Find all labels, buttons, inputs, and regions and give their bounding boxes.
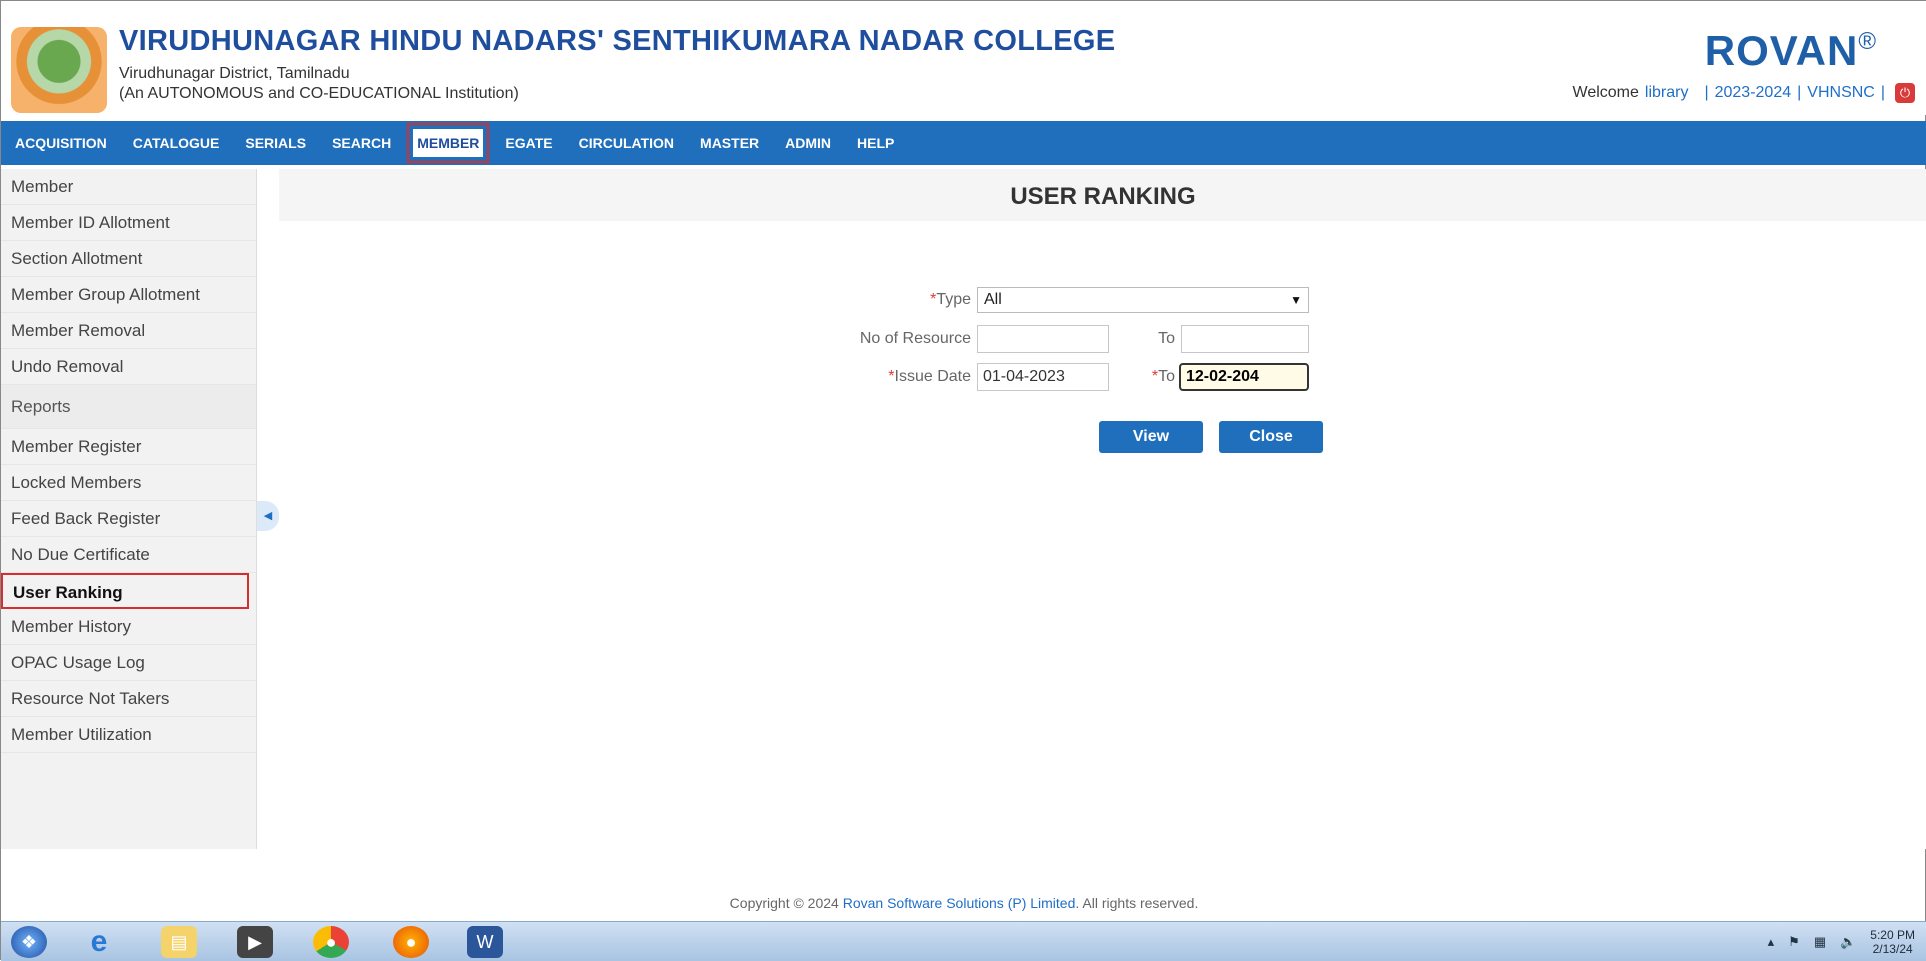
rights-text: . All rights reserved. (1075, 895, 1199, 911)
clock-time: 5:20 PM (1870, 928, 1915, 942)
sidebar-item-resource-not-takers[interactable]: Resource Not Takers (1, 681, 256, 717)
sidebar-item-member-removal[interactable]: Member Removal (1, 313, 256, 349)
sidebar-item-user-ranking[interactable]: User Ranking (1, 573, 249, 609)
sidebar: Member Member ID Allotment Section Allot… (1, 169, 257, 849)
resource-from-input[interactable] (977, 325, 1109, 353)
main-content: USER RANKING *Type All ▼ No of Resource … (279, 169, 1926, 849)
chevron-down-icon: ▼ (1290, 293, 1302, 307)
file-explorer-icon[interactable]: ▤ (161, 926, 197, 958)
sidebar-item-member-utilization[interactable]: Member Utilization (1, 717, 256, 753)
academic-year-link[interactable]: 2023-2024 (1715, 84, 1792, 102)
nav-catalogue[interactable]: CATALOGUE (129, 129, 224, 157)
separator: | (1880, 84, 1885, 101)
resource-to-label: To (1158, 330, 1175, 347)
media-player-icon[interactable]: ▶ (237, 926, 273, 958)
internet-explorer-icon[interactable]: e (81, 925, 117, 958)
flag-icon[interactable]: ⚑ (1788, 934, 1800, 950)
rovan-logo: ROVAN® (1704, 27, 1877, 74)
taskbar: ❖ e ▤ ▶ ● ● W ▴ ⚑ ▦ 🔈 5:20 PM 2/13/24 (1, 921, 1926, 961)
sidebar-item-locked-members[interactable]: Locked Members (1, 465, 256, 501)
nav-search[interactable]: SEARCH (328, 129, 395, 157)
issue-date-from-input[interactable]: 01-04-2023 (977, 363, 1109, 391)
clock-date: 2/13/24 (1872, 942, 1913, 956)
resource-to-input[interactable] (1181, 325, 1309, 353)
footer: Copyright © 2024 Rovan Software Solution… (1, 889, 1926, 917)
network-icon[interactable]: ▦ (1814, 934, 1826, 950)
welcome-bar: Welcome library | 2023-2024 | VHNSNC | ⏻ (1572, 83, 1915, 103)
nav-egate[interactable]: EGATE (501, 129, 556, 157)
college-district: Virudhunagar District, Tamilnadu (119, 65, 350, 82)
nav-admin[interactable]: ADMIN (781, 129, 835, 157)
issue-date-row: *Issue Date 01-04-2023 *To 12-02-204 (831, 363, 1309, 391)
sidebar-item-feed-back-register[interactable]: Feed Back Register (1, 501, 256, 537)
firefox-icon[interactable]: ● (393, 926, 429, 958)
show-hidden-icons-icon[interactable]: ▴ (1768, 934, 1775, 950)
college-institution: (An AUTONOMOUS and CO-EDUCATIONAL Instit… (119, 85, 519, 102)
sidebar-item-undo-removal[interactable]: Undo Removal (1, 349, 256, 385)
close-button[interactable]: Close (1219, 421, 1323, 453)
nav-member[interactable]: MEMBER (407, 123, 490, 163)
sidebar-item-member[interactable]: Member (1, 169, 256, 205)
sidebar-item-no-due-certificate[interactable]: No Due Certificate (1, 537, 256, 573)
header: VIRUDHUNAGAR HINDU NADARS' SENTHIKUMARA … (1, 1, 1926, 115)
type-select[interactable]: All ▼ (977, 287, 1309, 313)
sidebar-item-member-id-allotment[interactable]: Member ID Allotment (1, 205, 256, 241)
nav-help[interactable]: HELP (853, 129, 898, 157)
collapse-sidebar-icon[interactable]: ◀ (257, 501, 279, 531)
page-title: USER RANKING (1010, 183, 1196, 210)
nav-master[interactable]: MASTER (696, 129, 763, 157)
sidebar-item-opac-usage-log[interactable]: OPAC Usage Log (1, 645, 256, 681)
app-window: VIRUDHUNAGAR HINDU NADARS' SENTHIKUMARA … (0, 0, 1926, 961)
copyright-text: Copyright © 2024 (729, 895, 843, 911)
nav-circulation[interactable]: CIRCULATION (575, 129, 678, 157)
resource-label: No of Resource (859, 330, 971, 347)
nav-serials[interactable]: SERIALS (241, 129, 310, 157)
chrome-icon[interactable]: ● (313, 926, 349, 958)
start-button-icon[interactable]: ❖ (11, 926, 47, 958)
word-icon[interactable]: W (467, 926, 503, 958)
type-value: All (984, 291, 1002, 308)
type-row: *Type All ▼ (831, 287, 1309, 313)
issue-date-label: *Issue Date (888, 368, 971, 385)
separator: | (1704, 84, 1709, 101)
separator: | (1797, 84, 1802, 101)
company-link[interactable]: Rovan Software Solutions (P) Limited (843, 895, 1076, 911)
college-name: VIRUDHUNAGAR HINDU NADARS' SENTHIKUMARA … (119, 25, 1116, 57)
system-tray: ▴ ⚑ ▦ 🔈 5:20 PM 2/13/24 (1768, 928, 1915, 956)
institution-code-link[interactable]: VHNSNC (1807, 84, 1875, 102)
clock[interactable]: 5:20 PM 2/13/24 (1870, 928, 1915, 956)
logout-icon[interactable]: ⏻ (1895, 83, 1915, 103)
sidebar-item-member-group-allotment[interactable]: Member Group Allotment (1, 277, 256, 313)
volume-icon[interactable]: 🔈 (1840, 934, 1856, 950)
welcome-text: Welcome (1572, 84, 1639, 101)
user-link[interactable]: library (1645, 84, 1689, 102)
sidebar-item-section-allotment[interactable]: Section Allotment (1, 241, 256, 277)
main-nav: ACQUISITION CATALOGUE SERIALS SEARCH MEM… (1, 121, 1926, 165)
sidebar-item-member-register[interactable]: Member Register (1, 429, 256, 465)
resource-row: No of Resource To (831, 325, 1309, 353)
view-button[interactable]: View (1099, 421, 1203, 453)
sidebar-section-reports: Reports (1, 385, 256, 429)
type-label: *Type (930, 291, 971, 308)
sidebar-item-member-history[interactable]: Member History (1, 609, 256, 645)
college-logo (11, 27, 107, 113)
issue-date-to-label: *To (1151, 368, 1175, 385)
nav-acquisition[interactable]: ACQUISITION (11, 129, 111, 157)
form-panel: *Type All ▼ No of Resource To *Issue Dat… (279, 221, 1926, 849)
issue-date-to-input[interactable]: 12-02-204 (1179, 363, 1309, 391)
